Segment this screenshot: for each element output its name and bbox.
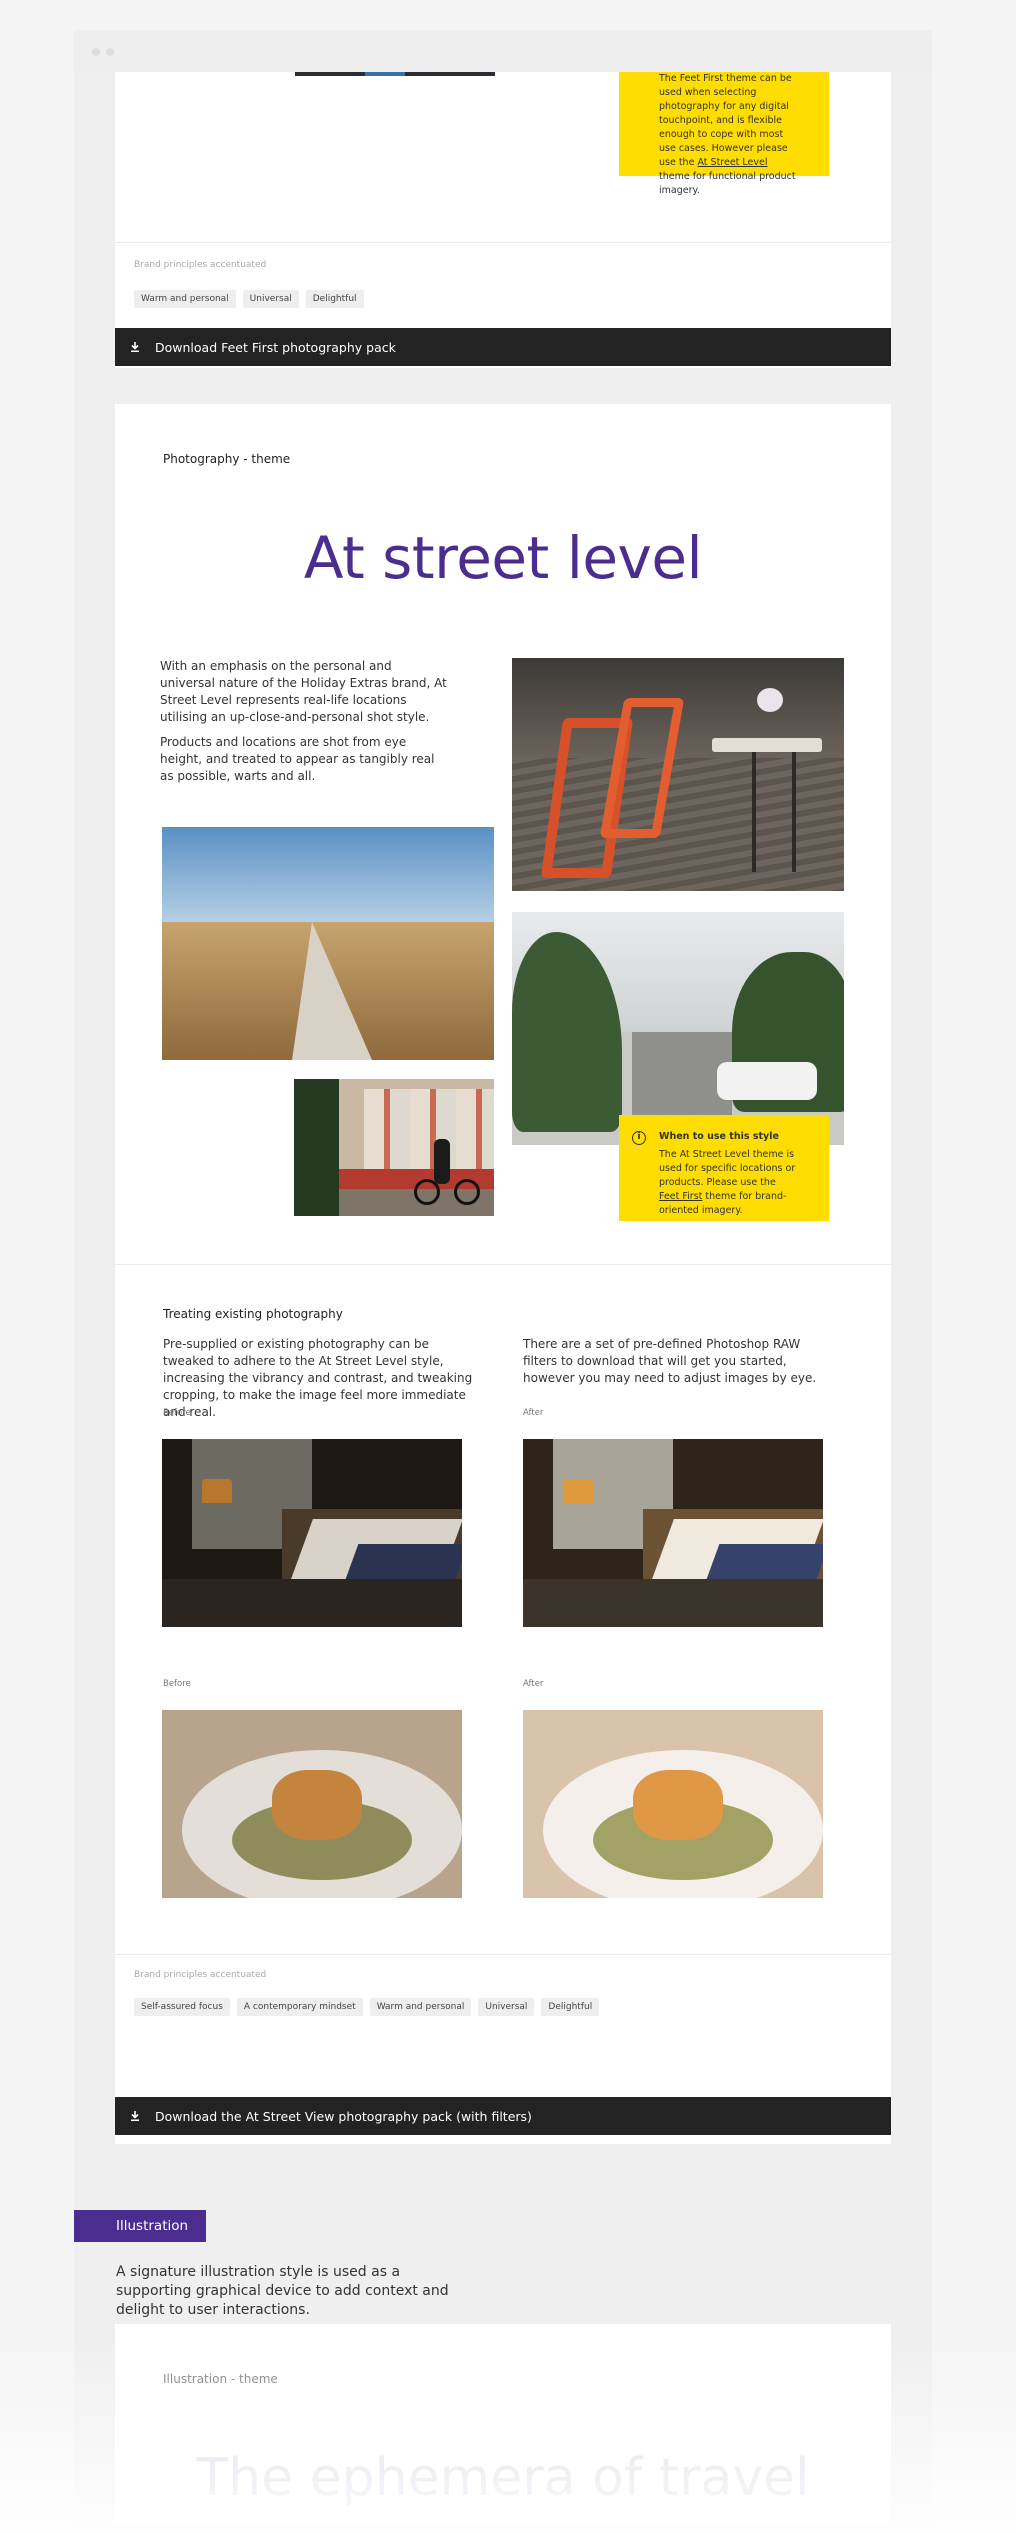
principle-tag: Warm and personal [134, 290, 236, 308]
illustration-card: Illustration - theme The ephemera of tra… [115, 2324, 891, 2524]
food-after-photo [523, 1710, 823, 1898]
callout-text: theme for functional product imagery. [659, 171, 796, 196]
section-label: Photography - theme [163, 452, 291, 466]
download-feet-first-button[interactable]: Download Feet First photography pack [115, 328, 891, 366]
principle-tag: Delightful [541, 1998, 600, 2016]
after-label: After [523, 1679, 544, 1689]
street-level-card: Photography - theme At street level With… [115, 404, 891, 2144]
principle-tag: Delightful [305, 290, 364, 308]
page-viewport[interactable]: The Feet First theme can be used when se… [74, 72, 932, 2533]
divider [115, 242, 891, 243]
browser-window: The Feet First theme can be used when se… [74, 30, 932, 2533]
window-dot-icon[interactable] [106, 48, 114, 56]
download-label: Download the At Street View photography … [155, 2108, 532, 2124]
food-before-photo [162, 1710, 462, 1898]
at-street-level-link[interactable]: At Street Level [697, 157, 767, 168]
before-label: Before [163, 1679, 191, 1689]
treating-paragraph: There are a set of pre-defined Photoshop… [523, 1337, 817, 1385]
illustration-title: The ephemera of travel [196, 2448, 810, 2508]
intro-paragraph: Products and locations are shot from eye… [160, 735, 435, 783]
section-label: Illustration - theme [163, 2372, 278, 2386]
info-icon: i [632, 1131, 646, 1145]
principle-tag: Universal [478, 1998, 535, 2016]
cafe-chairs-photo [512, 658, 844, 891]
principles-label: Brand principles accentuated [134, 1970, 267, 1980]
cyclist-photo [294, 1079, 494, 1216]
browser-titlebar [74, 30, 932, 72]
principle-tag: Universal [242, 290, 299, 308]
callout-text: The Feet First theme can be used when se… [659, 73, 792, 168]
hotel-before-photo [162, 1439, 462, 1627]
when-to-use-callout: i When to use this style The At Street L… [619, 1115, 829, 1221]
treating-title: Treating existing photography [163, 1307, 343, 1321]
after-label: After [523, 1408, 544, 1418]
divider [115, 1954, 891, 1955]
principle-tag: Warm and personal [369, 1998, 472, 2016]
download-street-level-button[interactable]: Download the At Street View photography … [115, 2097, 891, 2135]
street-hill-photo [512, 912, 844, 1145]
feet-first-callout: The Feet First theme can be used when se… [619, 72, 829, 196]
download-icon [131, 2111, 139, 2121]
illustration-paragraph: A signature illustration style is used a… [116, 2264, 449, 2318]
callout-title: When to use this style [659, 1131, 779, 1142]
dune-path-photo [162, 827, 494, 1060]
feet-first-card: The Feet First theme can be used when se… [115, 72, 891, 368]
principle-tag: Self-assured focus [134, 1998, 230, 2016]
feet-first-photo [295, 72, 495, 76]
download-icon [131, 342, 139, 352]
principles-tags: Warm and personal Universal Delightful [134, 290, 364, 308]
treating-paragraph: Pre-supplied or existing photography can… [163, 1337, 473, 1419]
feet-first-link[interactable]: Feet First [659, 1191, 702, 1202]
hotel-after-photo [523, 1439, 823, 1627]
page-title: At street level [303, 524, 703, 592]
before-label: Before [163, 1408, 191, 1418]
principle-tag: A contemporary mindset [236, 1998, 363, 2016]
window-dot-icon[interactable] [92, 48, 100, 56]
principles-label: Brand principles accentuated [134, 260, 267, 270]
callout-text: The At Street Level theme is used for sp… [659, 1149, 796, 1188]
divider [115, 1264, 891, 1265]
download-label: Download Feet First photography pack [155, 339, 396, 355]
principles-tags: Self-assured focus A contemporary mindse… [134, 1998, 600, 2016]
intro-paragraph: With an emphasis on the personal and uni… [160, 659, 447, 724]
illustration-section-badge: Illustration [74, 2210, 206, 2242]
